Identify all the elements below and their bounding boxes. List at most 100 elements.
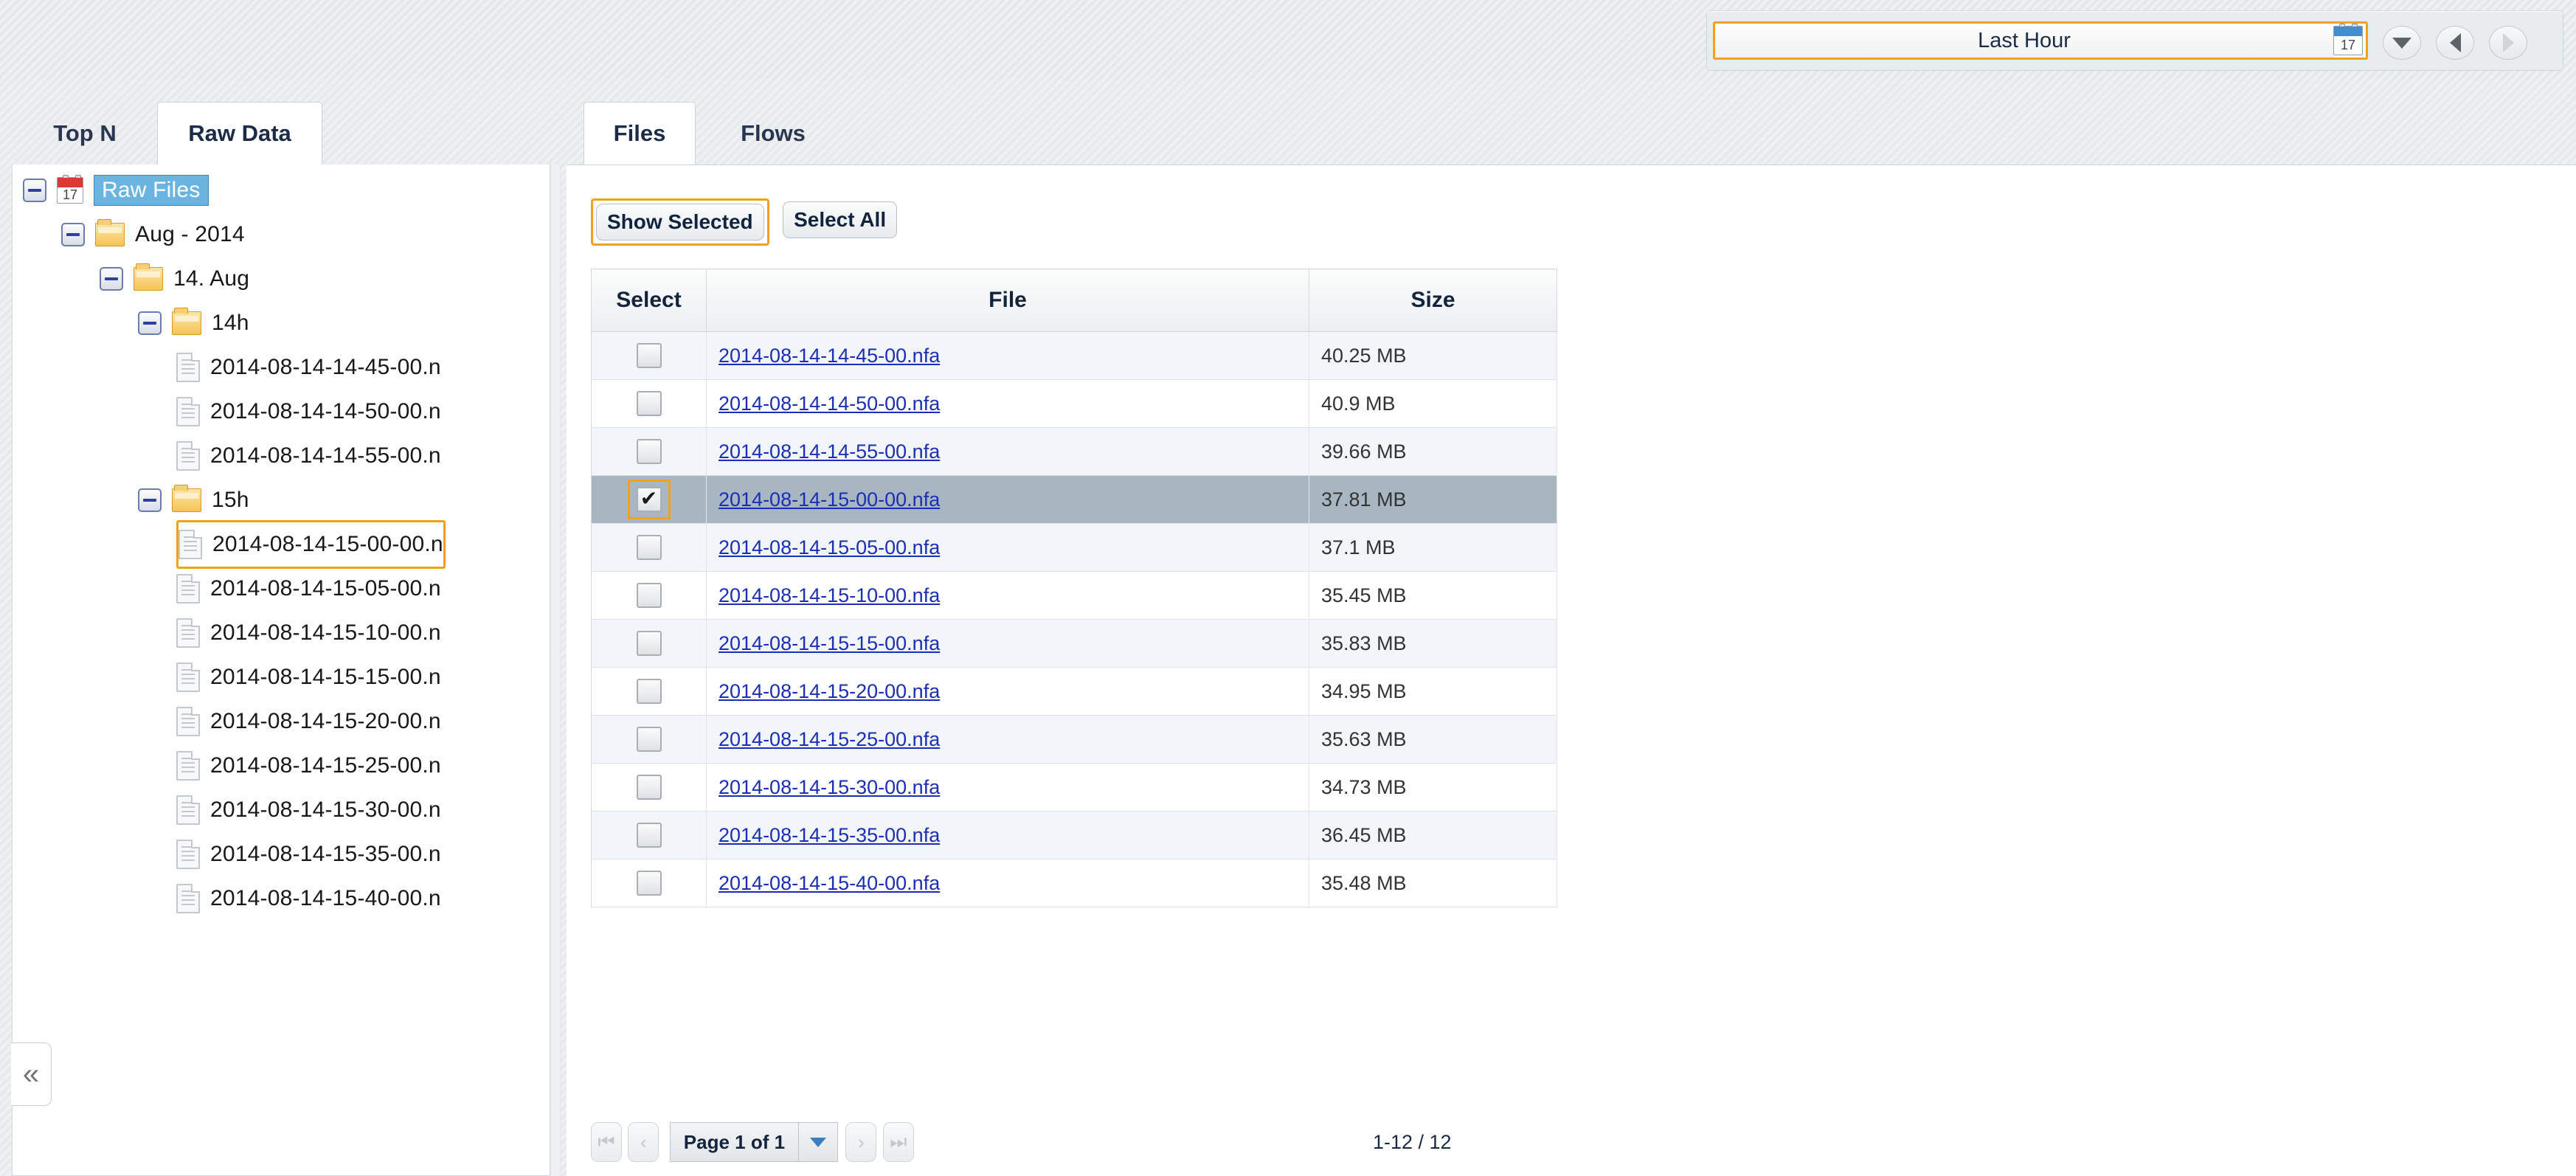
row-checkbox[interactable] xyxy=(636,871,662,896)
page-dropdown-button[interactable] xyxy=(797,1123,837,1161)
tree-item[interactable]: 2014-08-14-15-30-00.n xyxy=(176,786,441,834)
row-checkbox[interactable] xyxy=(636,535,662,560)
table-row[interactable]: 2014-08-14-15-40-00.nfa 35.48 MB xyxy=(591,859,1557,907)
cell-size: 36.45 MB xyxy=(1309,811,1557,859)
column-header-file[interactable]: File xyxy=(706,269,1309,332)
cell-size: 40.25 MB xyxy=(1309,331,1557,380)
tree-item[interactable]: 17 Raw Files xyxy=(23,166,209,215)
show-selected-button[interactable]: Show Selected xyxy=(596,204,764,241)
table-row[interactable]: 2014-08-14-14-55-00.nfa 39.66 MB xyxy=(591,427,1557,476)
tree-item[interactable]: 15h xyxy=(138,476,249,525)
cell-select xyxy=(591,763,707,812)
select-all-button[interactable]: Select All xyxy=(783,201,898,238)
tree-item[interactable]: 2014-08-14-14-55-00.n xyxy=(176,432,441,480)
tab-flows[interactable]: Flows xyxy=(714,102,832,165)
tree-item[interactable]: 2014-08-14-15-05-00.n xyxy=(176,564,441,613)
file-link[interactable]: 2014-08-14-14-55-00.nfa xyxy=(719,440,940,463)
file-link[interactable]: 2014-08-14-15-05-00.nfa xyxy=(719,536,940,558)
top-bar: Last Hour 17 xyxy=(0,0,2576,80)
tab-top-n[interactable]: Top N xyxy=(30,102,140,165)
file-link[interactable]: 2014-08-14-15-35-00.nfa xyxy=(719,824,940,846)
show-selected-label: Show Selected xyxy=(607,210,753,233)
tree-item-label: 2014-08-14-15-00-00.n xyxy=(212,532,443,556)
tree-item[interactable]: 14. Aug xyxy=(100,255,249,303)
cell-file: 2014-08-14-15-40-00.nfa xyxy=(706,859,1309,907)
row-checkbox[interactable] xyxy=(636,583,662,608)
file-link[interactable]: 2014-08-14-15-40-00.nfa xyxy=(719,872,940,894)
tree-item-label: 2014-08-14-14-45-00.n xyxy=(210,355,441,379)
document-icon xyxy=(176,441,200,471)
file-link[interactable]: 2014-08-14-15-15-00.nfa xyxy=(719,632,940,654)
tree-scrollbar[interactable] xyxy=(550,165,561,1176)
table-row[interactable]: 2014-08-14-15-35-00.nfa 36.45 MB xyxy=(591,811,1557,859)
tree-collapse-icon[interactable] xyxy=(61,223,85,246)
time-range-previous-button[interactable] xyxy=(2436,26,2474,60)
tree-item[interactable]: 2014-08-14-15-20-00.n xyxy=(176,697,441,746)
table-row[interactable]: 2014-08-14-15-15-00.nfa 35.83 MB xyxy=(591,619,1557,668)
tree-item[interactable]: 2014-08-14-15-25-00.n xyxy=(176,741,441,790)
file-link[interactable]: 2014-08-14-15-00-00.nfa xyxy=(719,488,940,511)
calendar-header-bar xyxy=(2334,27,2362,36)
collapse-panel-button[interactable]: « xyxy=(11,1042,52,1106)
tree-item[interactable]: 2014-08-14-15-35-00.n xyxy=(176,830,441,879)
previous-page-button[interactable]: ‹ xyxy=(628,1122,659,1162)
row-checkbox[interactable] xyxy=(636,727,662,752)
tree-item-label: 2014-08-14-15-40-00.n xyxy=(210,886,441,910)
file-link[interactable]: 2014-08-14-15-30-00.nfa xyxy=(719,776,940,798)
tree-item[interactable]: Aug - 2014 xyxy=(61,210,245,259)
page-selector[interactable]: Page 1 of 1 xyxy=(669,1122,838,1162)
tab-raw-data[interactable]: Raw Data xyxy=(157,102,322,165)
row-checkbox[interactable] xyxy=(636,343,662,368)
show-selected-focus-ring: Show Selected xyxy=(591,198,769,246)
tree-collapse-icon[interactable] xyxy=(23,179,46,202)
tree-item[interactable]: 2014-08-14-15-15-00.n xyxy=(176,653,441,702)
row-checkbox[interactable] xyxy=(636,485,662,513)
tree-item[interactable]: 2014-08-14-15-40-00.n xyxy=(176,874,441,923)
table-row[interactable]: 2014-08-14-15-10-00.nfa 35.45 MB xyxy=(591,571,1557,620)
file-link[interactable]: 2014-08-14-15-20-00.nfa xyxy=(719,680,940,702)
file-link[interactable]: 2014-08-14-15-25-00.nfa xyxy=(719,728,940,750)
tree-item[interactable]: 2014-08-14-14-50-00.n xyxy=(176,387,441,436)
tree-collapse-icon[interactable] xyxy=(100,267,123,291)
row-checkbox[interactable] xyxy=(636,823,662,848)
tree-item[interactable]: 2014-08-14-15-10-00.n xyxy=(176,609,441,657)
file-link[interactable]: 2014-08-14-14-45-00.nfa xyxy=(719,345,940,367)
tree-item-label: 2014-08-14-14-50-00.n xyxy=(210,399,441,423)
document-icon xyxy=(176,663,200,692)
file-link[interactable]: 2014-08-14-15-10-00.nfa xyxy=(719,584,940,606)
row-checkbox[interactable] xyxy=(636,439,662,464)
calendar-icon[interactable]: 17 xyxy=(2333,24,2363,55)
row-checkbox[interactable] xyxy=(636,679,662,704)
table-row[interactable]: 2014-08-14-15-30-00.nfa 34.73 MB xyxy=(591,763,1557,812)
table-row[interactable]: 2014-08-14-14-50-00.nfa 40.9 MB xyxy=(591,379,1557,428)
tree-item[interactable]: 2014-08-14-14-45-00.n xyxy=(176,343,441,392)
cell-size: 35.48 MB xyxy=(1309,859,1557,907)
tree-item[interactable]: 2014-08-14-15-00-00.n xyxy=(176,520,446,569)
folder-icon xyxy=(172,485,201,512)
table-row[interactable]: 2014-08-14-14-45-00.nfa 40.25 MB xyxy=(591,331,1557,380)
next-page-button[interactable]: › xyxy=(845,1122,877,1162)
tree-item[interactable]: 14h xyxy=(138,299,249,347)
tab-files[interactable]: Files xyxy=(584,102,696,165)
row-checkbox[interactable] xyxy=(636,391,662,416)
tree-collapse-icon[interactable] xyxy=(138,488,162,512)
cell-file: 2014-08-14-14-55-00.nfa xyxy=(706,427,1309,476)
table-row[interactable]: 2014-08-14-15-05-00.nfa 37.1 MB xyxy=(591,523,1557,572)
table-row[interactable]: 2014-08-14-15-20-00.nfa 34.95 MB xyxy=(591,667,1557,716)
calendar-day-number: 17 xyxy=(62,187,78,202)
row-checkbox[interactable] xyxy=(636,775,662,800)
document-icon xyxy=(176,574,200,603)
column-header-select[interactable]: Select xyxy=(591,269,707,332)
time-range-input[interactable]: Last Hour 17 xyxy=(1713,21,2368,60)
row-checkbox[interactable] xyxy=(636,631,662,656)
column-header-size[interactable]: Size xyxy=(1309,269,1557,332)
table-row[interactable]: 2014-08-14-15-25-00.nfa 35.63 MB xyxy=(591,715,1557,764)
table-row[interactable]: 2014-08-14-15-00-00.nfa 37.81 MB xyxy=(591,475,1557,524)
last-page-button[interactable]: ⏭ xyxy=(882,1122,914,1162)
time-range-dropdown-button[interactable] xyxy=(2383,26,2421,60)
cell-select xyxy=(591,715,707,764)
tree-collapse-icon[interactable] xyxy=(138,311,162,335)
file-link[interactable]: 2014-08-14-14-50-00.nfa xyxy=(719,392,940,415)
tree-item-label: 14h xyxy=(212,311,249,335)
first-page-button[interactable]: ⏮ xyxy=(591,1122,622,1162)
